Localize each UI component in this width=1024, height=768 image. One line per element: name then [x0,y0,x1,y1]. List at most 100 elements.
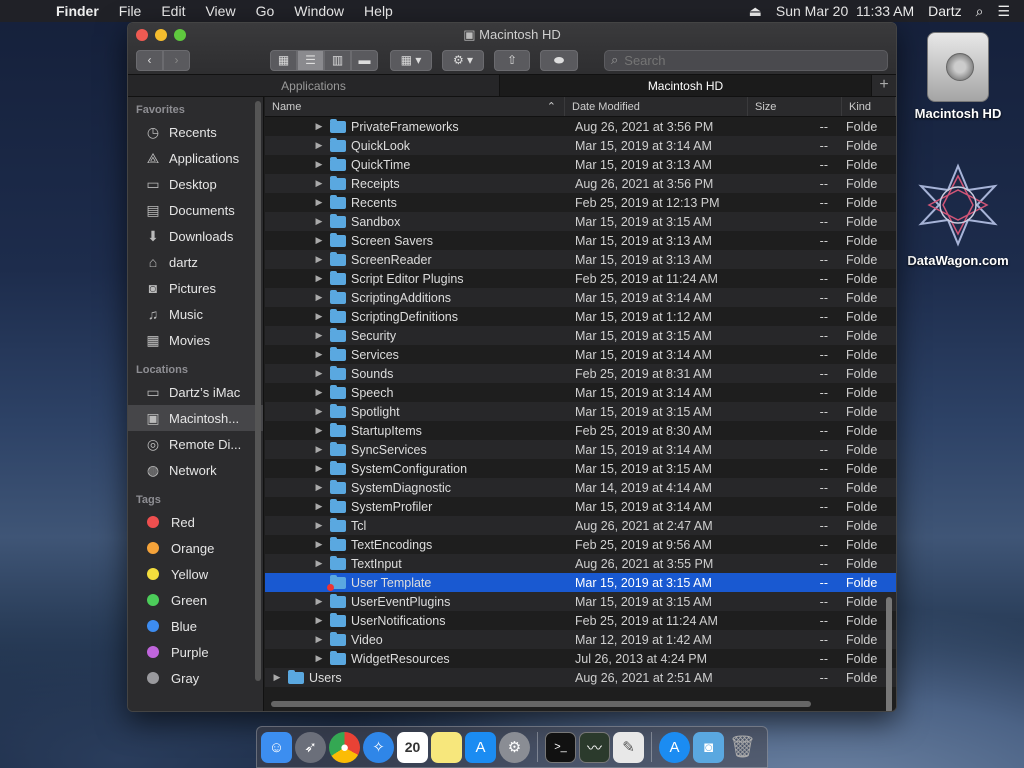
file-row[interactable]: ▶ Recents Feb 25, 2019 at 12:13 PM -- Folde [265,193,896,212]
dock-terminal-icon[interactable]: >_ [545,731,576,763]
file-row[interactable]: ▶ Sounds Feb 25, 2019 at 8:31 AM -- Folde [265,364,896,383]
search-input[interactable] [624,52,865,68]
tab-macintosh-hd[interactable]: Macintosh HD [500,75,872,96]
file-row[interactable]: ▶ Security Mar 15, 2019 at 3:15 AM -- Folde [265,326,896,345]
gallery-view-button[interactable]: ▬ [351,49,378,71]
tab-applications[interactable]: Applications [128,75,500,96]
disclosure-triangle-icon[interactable]: ▶ [313,501,325,512]
disclosure-triangle-icon[interactable]: ▶ [313,330,325,341]
file-row[interactable]: ▶ Tcl Aug 26, 2021 at 2:47 AM -- Folde [265,516,896,535]
disclosure-triangle-icon[interactable]: ▶ [313,596,325,607]
sidebar-item-desktop[interactable]: ▭ Desktop [128,171,263,197]
menu-view[interactable]: View [195,0,245,22]
clock[interactable]: Sun Mar 20 11:33 AM [776,3,914,19]
desktop-icon-datawagon[interactable]: DataWagon.com [903,162,1013,268]
sidebar-tag-orange[interactable]: Orange [128,535,263,561]
search-field[interactable]: ⌕ [604,49,888,71]
file-row[interactable]: ▶ Script Editor Plugins Feb 25, 2019 at 11… [265,269,896,288]
forward-button[interactable]: › [163,49,190,71]
file-row[interactable]: ▶ UserEventPlugins Mar 15, 2019 at 3:15 AM… [265,592,896,611]
dock-activity-monitor-icon[interactable]: 〰 [579,731,610,763]
file-row[interactable]: ▶ ScriptingDefinitions Mar 15, 2019 at 1:1… [265,307,896,326]
sidebar-item-downloads[interactable]: ⬇ Downloads [128,223,263,249]
dock-finder-icon[interactable]: ☺ [261,731,292,763]
disclosure-triangle-icon[interactable]: ▶ [313,178,325,189]
sidebar-item-recents[interactable]: ◷ Recents [128,119,263,145]
disclosure-triangle-icon[interactable]: ▶ [313,235,325,246]
sidebar-item-dartz[interactable]: ⌂ dartz [128,249,263,275]
file-row[interactable]: ▶ UserNotifications Feb 25, 2019 at 11:24 … [265,611,896,630]
file-row[interactable]: ▶ ScreenReader Mar 15, 2019 at 3:13 AM -- Fo… [265,250,896,269]
disclosure-triangle-icon[interactable]: ▶ [313,292,325,303]
sidebar-tag-gray[interactable]: Gray [128,665,263,691]
sidebar-item-pictures[interactable]: ◙ Pictures [128,275,263,301]
file-row[interactable]: ▶ SystemDiagnostic Mar 14, 2019 at 4:14 AM… [265,478,896,497]
file-row[interactable]: ▶ WidgetResources Jul 26, 2013 at 4:24 PM -… [265,649,896,668]
disclosure-triangle-icon[interactable]: ▶ [313,444,325,455]
menu-finder[interactable]: Finder [46,0,109,22]
menu-help[interactable]: Help [354,0,403,22]
file-row[interactable]: ▶ SystemConfiguration Mar 15, 2019 at 3:15… [265,459,896,478]
column-header-name[interactable]: Name ⌃ [265,97,565,116]
menu-file[interactable]: File [109,0,152,22]
disclosure-triangle-icon[interactable]: ▶ [313,311,325,322]
file-row[interactable]: ▶ TextEncodings Feb 25, 2019 at 9:56 AM -- F… [265,535,896,554]
sidebar-tag-green[interactable]: Green [128,587,263,613]
disclosure-triangle-icon[interactable]: ▶ [313,159,325,170]
eject-icon[interactable]: ⏏ [749,3,762,20]
dock-notes-icon[interactable] [431,731,462,763]
sidebar-tag-purple[interactable]: Purple [128,639,263,665]
file-row[interactable]: ▶ TextInput Aug 26, 2021 at 3:55 PM -- Folde [265,554,896,573]
back-button[interactable]: ‹ [136,49,163,71]
sidebar-item-network[interactable]: ◍ Network [128,457,263,483]
file-row[interactable]: User Template Mar 15, 2019 at 3:15 AM -- Fo… [265,573,896,592]
menu-window[interactable]: Window [284,0,354,22]
edit-tags-button[interactable]: ⬬ [540,49,578,71]
dock-applications-folder-icon[interactable]: A [659,731,690,763]
disclosure-triangle-icon[interactable]: ▶ [313,197,325,208]
file-row[interactable]: ▶ SystemProfiler Mar 15, 2019 at 3:14 AM --… [265,497,896,516]
disclosure-triangle-icon[interactable]: ▶ [313,615,325,626]
sidebar-item-remote-di[interactable]: ◎ Remote Di... [128,431,263,457]
disclosure-triangle-icon[interactable]: ▶ [313,634,325,645]
disclosure-triangle-icon[interactable]: ▶ [313,140,325,151]
disclosure-triangle-icon[interactable]: ▶ [313,653,325,664]
icon-view-button[interactable]: ▦ [270,49,297,71]
sidebar-tag-yellow[interactable]: Yellow [128,561,263,587]
menu-go[interactable]: Go [246,0,285,22]
file-row[interactable]: ▶ Users Aug 26, 2021 at 2:51 AM -- Folde [265,668,896,687]
file-row[interactable]: ▶ Screen Savers Mar 15, 2019 at 3:13 AM -- F… [265,231,896,250]
sidebar-item-macintosh[interactable]: ▣ Macintosh... [128,405,263,431]
disclosure-triangle-icon[interactable]: ▶ [313,520,325,531]
file-row[interactable]: ▶ ScriptingAdditions Mar 15, 2019 at 3:14 … [265,288,896,307]
notification-center-icon[interactable]: ☰ [997,3,1010,20]
disclosure-triangle-icon[interactable]: ▶ [313,349,325,360]
file-row[interactable]: ▶ Spotlight Mar 15, 2019 at 3:15 AM -- Folde [265,402,896,421]
disclosure-triangle-icon[interactable]: ▶ [271,672,283,683]
file-row[interactable]: ▶ SyncServices Mar 15, 2019 at 3:14 AM -- Fo… [265,440,896,459]
sidebar-item-music[interactable]: ♫ Music [128,301,263,327]
dock-system-preferences-icon[interactable]: ⚙ [499,731,530,763]
list-view-button[interactable]: ☰ [297,49,324,71]
file-row[interactable]: ▶ Video Mar 12, 2019 at 1:42 AM -- Folde [265,630,896,649]
dock-calendar-icon[interactable]: 20 [397,731,428,763]
disclosure-triangle-icon[interactable]: ▶ [313,558,325,569]
sidebar-item-documents[interactable]: ▤ Documents [128,197,263,223]
file-row[interactable]: ▶ Speech Mar 15, 2019 at 3:14 AM -- Folde [265,383,896,402]
file-row[interactable]: ▶ StartupItems Feb 25, 2019 at 8:30 AM -- Fo… [265,421,896,440]
horizontal-scrollbar[interactable] [271,701,811,707]
menu-edit[interactable]: Edit [151,0,195,22]
file-row[interactable]: ▶ Sandbox Mar 15, 2019 at 3:15 AM -- Folde [265,212,896,231]
sidebar-item-movies[interactable]: ▦ Movies [128,327,263,353]
disclosure-triangle-icon[interactable]: ▶ [313,387,325,398]
sidebar-tag-red[interactable]: Red [128,509,263,535]
new-tab-button[interactable]: + [872,75,896,96]
column-header-size[interactable]: Size [748,97,842,116]
sidebar-item-dartz-s-imac[interactable]: ▭ Dartz’s iMac [128,379,263,405]
share-button[interactable]: ⇧ [494,49,530,71]
dock-safari-icon[interactable]: ✧ [363,731,394,763]
disclosure-triangle-icon[interactable]: ▶ [313,273,325,284]
desktop-icon-macintosh-hd[interactable]: Macintosh HD [903,32,1013,121]
disclosure-triangle-icon[interactable]: ▶ [313,121,325,132]
file-row[interactable]: ▶ PrivateFrameworks Aug 26, 2021 at 3:56 P… [265,117,896,136]
